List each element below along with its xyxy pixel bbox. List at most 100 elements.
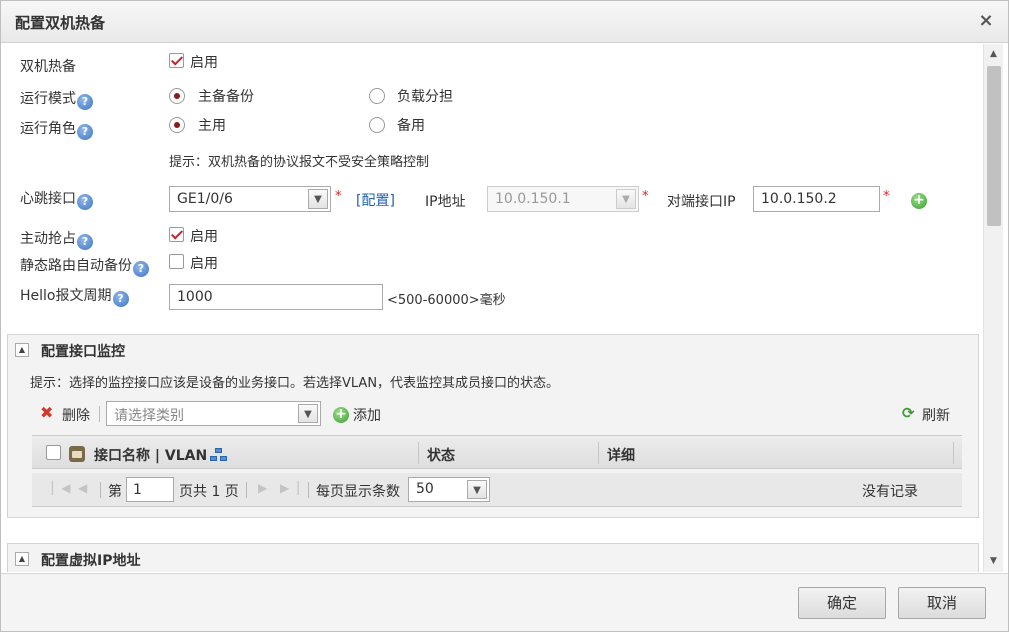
hello-range-hint: <500-60000>毫秒: [387, 293, 506, 308]
page-number-input[interactable]: [126, 477, 174, 502]
hello-period-input[interactable]: [169, 284, 383, 310]
pager-separator: [246, 482, 247, 498]
add-button[interactable]: 添加: [353, 405, 381, 425]
static-route-label-text: 静态路由自动备份: [20, 258, 132, 274]
vip-panel-header[interactable]: ▲ 配置虚拟IP地址: [8, 544, 978, 572]
column-divider: [418, 442, 419, 464]
help-icon[interactable]: ?: [77, 234, 93, 250]
run-role-option-2: 备用: [397, 118, 425, 134]
run-role-standby-radio[interactable]: [369, 117, 385, 133]
scrollbar-thumb[interactable]: [987, 66, 1001, 226]
scroll-down-icon[interactable]: ▼: [984, 553, 1003, 570]
prev-page-icon[interactable]: ◀: [78, 481, 87, 495]
per-page-value: 50: [416, 481, 434, 497]
help-icon[interactable]: ?: [77, 124, 93, 140]
monitor-pager: ▏◀ ◀ 第 页共 1 页 ▶ ▶▕ 每页显示条数 50 ▼ 没有记录: [32, 473, 962, 507]
help-icon[interactable]: ?: [112, 291, 129, 307]
heartbeat-interface-value: GE1/0/6: [177, 191, 233, 207]
ha-enable-label: 启用: [190, 55, 218, 71]
required-mark: *: [335, 189, 342, 204]
ok-button[interactable]: 确定: [798, 587, 886, 619]
virtual-ip-panel: ▲ 配置虚拟IP地址: [7, 543, 979, 572]
dialog-content: 双机热备 启用 运行模式? 主备备份 负载分担 运行角色? 主用 备用 提示：双…: [1, 44, 983, 572]
refresh-button[interactable]: 刷新: [922, 405, 950, 425]
required-mark: *: [642, 189, 649, 204]
next-page-icon[interactable]: ▶: [258, 481, 267, 495]
static-route-label: 静态路由自动备份?: [20, 255, 149, 277]
chevron-down-icon[interactable]: ▼: [467, 480, 487, 499]
monitor-panel-header[interactable]: ▲ 配置接口监控: [8, 335, 978, 365]
add-icon[interactable]: +: [911, 193, 927, 209]
column-divider: [598, 442, 599, 464]
ha-protocol-hint: 提示：双机热备的协议报文不受安全策略控制: [169, 155, 430, 170]
select-all-checkbox[interactable]: [46, 445, 61, 460]
hello-label: Hello报文周期?: [20, 285, 129, 307]
close-icon[interactable]: ×: [976, 11, 996, 31]
static-route-enable-label: 启用: [190, 256, 218, 272]
chevron-down-icon[interactable]: ▼: [308, 189, 328, 209]
heartbeat-label: 心跳接口?: [20, 188, 93, 210]
required-mark: *: [883, 189, 890, 204]
page-total: 页共 1 页: [179, 484, 239, 500]
first-page-icon[interactable]: ▏◀: [52, 481, 70, 495]
peer-ip-label: 对端接口IP: [667, 194, 736, 210]
dialog-titlebar: 配置双机热备 ×: [1, 1, 1008, 43]
ha-label: 双机热备: [20, 59, 76, 75]
run-mode-label: 运行模式?: [20, 88, 93, 110]
ip-address-label: IP地址: [425, 194, 466, 210]
monitor-hint: 提示：选择的监控接口应该是设备的业务接口。若选择VLAN，代表监控其成员接口的状…: [30, 376, 560, 391]
run-mode-active-standby-radio[interactable]: [169, 88, 185, 104]
delete-button[interactable]: 删除: [62, 405, 90, 425]
monitor-grid-header: 接口名称 | VLAN 状态 详细: [32, 435, 962, 469]
interface-monitor-panel: ▲ 配置接口监控 提示：选择的监控接口应该是设备的业务接口。若选择VLAN，代表…: [7, 334, 979, 518]
column-interface[interactable]: 接口名称 | VLAN: [94, 445, 228, 465]
pager-separator: [100, 482, 101, 498]
pager-separator: [308, 482, 309, 498]
dialog-title: 配置双机热备: [15, 14, 106, 32]
run-mode-option-2: 负载分担: [397, 89, 453, 105]
column-status[interactable]: 状态: [427, 445, 455, 465]
preempt-enable-checkbox[interactable]: [169, 227, 184, 242]
ha-config-dialog: 配置双机热备 × 双机热备 启用 运行模式? 主备备份 负载分担 运行角色? 主…: [0, 0, 1009, 632]
delete-icon[interactable]: ✖: [40, 403, 53, 422]
heartbeat-label-text: 心跳接口: [20, 191, 76, 207]
per-page-label: 每页显示条数: [316, 484, 400, 500]
run-mode-load-sharing-radio[interactable]: [369, 88, 385, 104]
heartbeat-interface-select[interactable]: GE1/0/6 ▼: [169, 186, 331, 212]
no-records-text: 没有记录: [862, 484, 918, 500]
run-mode-label-text: 运行模式: [20, 91, 76, 107]
category-placeholder: 请选择类别: [114, 408, 184, 424]
static-route-enable-checkbox[interactable]: [169, 254, 184, 269]
run-mode-option-1: 主备备份: [198, 89, 254, 105]
collapse-icon[interactable]: ▲: [15, 552, 29, 566]
add-icon[interactable]: +: [333, 407, 349, 423]
network-icon: [210, 448, 228, 462]
hello-label-text: Hello报文周期: [20, 288, 112, 304]
chevron-down-icon[interactable]: ▼: [298, 404, 318, 423]
preempt-label-text: 主动抢占: [20, 231, 76, 247]
last-page-icon[interactable]: ▶▕: [280, 481, 298, 495]
ip-address-select: 10.0.150.1 ▼: [487, 186, 639, 212]
help-icon[interactable]: ?: [77, 94, 93, 110]
run-role-label: 运行角色?: [20, 118, 93, 140]
per-page-select[interactable]: 50 ▼: [408, 477, 490, 502]
heartbeat-config-link[interactable]: [配置]: [356, 190, 395, 210]
ha-enable-checkbox[interactable]: [169, 53, 184, 68]
chevron-down-icon: ▼: [616, 189, 636, 209]
help-icon[interactable]: ?: [133, 261, 149, 277]
run-role-label-text: 运行角色: [20, 121, 76, 137]
column-detail[interactable]: 详细: [607, 445, 635, 465]
refresh-icon[interactable]: ⟳: [902, 404, 918, 422]
category-select[interactable]: 请选择类别 ▼: [106, 401, 321, 426]
vertical-scrollbar[interactable]: ▲ ▼: [983, 44, 1003, 572]
run-role-active-radio[interactable]: [169, 117, 185, 133]
help-icon[interactable]: ?: [77, 194, 93, 210]
preempt-enable-label: 启用: [190, 229, 218, 245]
peer-ip-input[interactable]: [753, 186, 880, 212]
column-divider: [953, 442, 954, 464]
preempt-label: 主动抢占?: [20, 228, 93, 250]
collapse-icon[interactable]: ▲: [15, 343, 29, 357]
monitor-toolbar: ✖ 删除 请选择类别 ▼ + 添加 ⟳ 刷新: [26, 397, 956, 429]
cancel-button[interactable]: 取消: [898, 587, 986, 619]
scroll-up-icon[interactable]: ▲: [984, 46, 1003, 63]
